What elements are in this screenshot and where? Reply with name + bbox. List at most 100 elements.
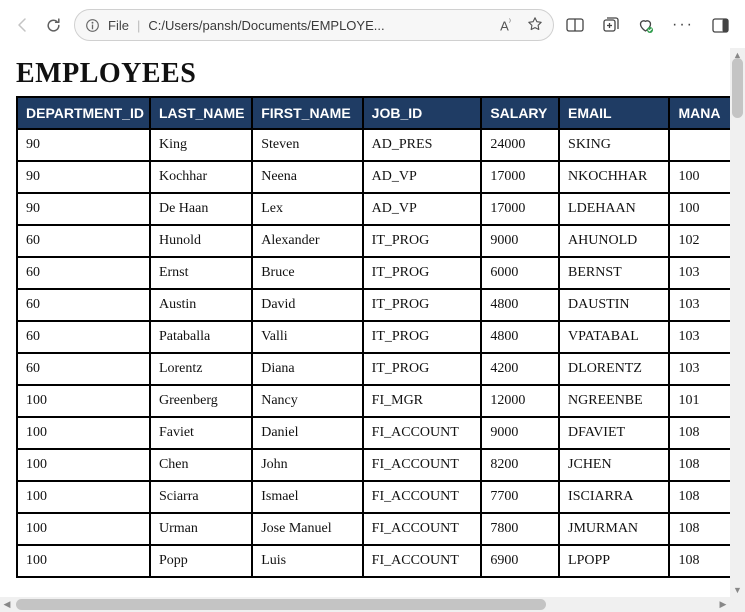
address-bar[interactable]: File | C:/Users/pansh/Documents/EMPLOYE.…: [74, 9, 554, 41]
cell-job_id: IT_PROG: [363, 321, 482, 353]
split-screen-icon[interactable]: [566, 17, 584, 33]
info-icon: [85, 18, 100, 33]
sidebar-toggle-icon[interactable]: [712, 18, 729, 33]
cell-department_id: 90: [17, 193, 150, 225]
cell-email: AHUNOLD: [559, 225, 669, 257]
cell-salary: 9000: [481, 417, 559, 449]
table-row: 60HunoldAlexanderIT_PROG9000AHUNOLD102: [17, 225, 730, 257]
read-aloud-icon[interactable]: A⁾: [500, 17, 511, 33]
collections-icon[interactable]: [602, 17, 619, 33]
cell-last_name: Popp: [150, 545, 252, 577]
col-salary: SALARY: [481, 97, 559, 129]
refresh-button[interactable]: [44, 16, 62, 34]
cell-first_name: Nancy: [252, 385, 362, 417]
table-row: 100SciarraIsmaelFI_ACCOUNT7700ISCIARRA10…: [17, 481, 730, 513]
cell-department_id: 90: [17, 129, 150, 161]
cell-salary: 24000: [481, 129, 559, 161]
cell-email: DAUSTIN: [559, 289, 669, 321]
cell-department_id: 90: [17, 161, 150, 193]
table-row: 90De HaanLexAD_VP17000LDEHAAN100: [17, 193, 730, 225]
cell-salary: 6900: [481, 545, 559, 577]
table-header-row: DEPARTMENT_ID LAST_NAME FIRST_NAME JOB_I…: [17, 97, 730, 129]
table-row: 60AustinDavidIT_PROG4800DAUSTIN103: [17, 289, 730, 321]
cell-email: LPOPP: [559, 545, 669, 577]
refresh-icon: [45, 17, 62, 34]
cell-manager_id: 100: [669, 161, 730, 193]
cell-salary: 4200: [481, 353, 559, 385]
cell-job_id: IT_PROG: [363, 289, 482, 321]
cell-department_id: 60: [17, 225, 150, 257]
cell-email: LDEHAAN: [559, 193, 669, 225]
cell-salary: 17000: [481, 193, 559, 225]
cell-department_id: 60: [17, 257, 150, 289]
cell-job_id: FI_ACCOUNT: [363, 545, 482, 577]
page-viewport: EMPLOYEES DEPARTMENT_ID LAST_NAME FIRST_…: [0, 48, 745, 612]
cell-email: JMURMAN: [559, 513, 669, 545]
cell-salary: 12000: [481, 385, 559, 417]
cell-manager_id: 108: [669, 417, 730, 449]
arrow-left-icon: [15, 17, 31, 33]
more-icon[interactable]: ···: [672, 16, 694, 34]
cell-department_id: 100: [17, 417, 150, 449]
page-content: EMPLOYEES DEPARTMENT_ID LAST_NAME FIRST_…: [0, 48, 730, 597]
table-row: 90KingStevenAD_PRES24000SKING: [17, 129, 730, 161]
cell-first_name: Alexander: [252, 225, 362, 257]
cell-first_name: Luis: [252, 545, 362, 577]
scroll-left-icon[interactable]: ◀: [0, 597, 14, 612]
browser-essentials-icon[interactable]: [637, 17, 654, 34]
cell-salary: 8200: [481, 449, 559, 481]
page-title: EMPLOYEES: [16, 58, 720, 90]
cell-email: VPATABAL: [559, 321, 669, 353]
cell-last_name: Urman: [150, 513, 252, 545]
table-row: 100UrmanJose ManuelFI_ACCOUNT7800JMURMAN…: [17, 513, 730, 545]
scroll-right-icon[interactable]: ▶: [716, 597, 730, 612]
cell-manager_id: 100: [669, 193, 730, 225]
cell-department_id: 100: [17, 481, 150, 513]
cell-email: DLORENTZ: [559, 353, 669, 385]
cell-last_name: Ernst: [150, 257, 252, 289]
back-button[interactable]: [14, 16, 32, 34]
cell-job_id: FI_ACCOUNT: [363, 449, 482, 481]
cell-first_name: Neena: [252, 161, 362, 193]
cell-department_id: 100: [17, 385, 150, 417]
vertical-scroll-thumb[interactable]: [732, 58, 743, 118]
favorite-icon[interactable]: [527, 16, 543, 35]
cell-job_id: AD_VP: [363, 193, 482, 225]
cell-first_name: Ismael: [252, 481, 362, 513]
url-scheme: File: [108, 18, 129, 33]
cell-first_name: Lex: [252, 193, 362, 225]
table-row: 100FavietDanielFI_ACCOUNT9000DFAVIET108: [17, 417, 730, 449]
cell-department_id: 60: [17, 289, 150, 321]
vertical-scrollbar[interactable]: ▲ ▼: [730, 48, 745, 597]
cell-last_name: Lorentz: [150, 353, 252, 385]
cell-last_name: Chen: [150, 449, 252, 481]
cell-job_id: AD_PRES: [363, 129, 482, 161]
cell-job_id: FI_ACCOUNT: [363, 417, 482, 449]
cell-manager_id: 108: [669, 449, 730, 481]
cell-job_id: AD_VP: [363, 161, 482, 193]
cell-job_id: IT_PROG: [363, 225, 482, 257]
cell-job_id: FI_ACCOUNT: [363, 481, 482, 513]
cell-department_id: 60: [17, 353, 150, 385]
cell-email: NGREENBE: [559, 385, 669, 417]
horizontal-scroll-thumb[interactable]: [16, 599, 546, 610]
cell-manager_id: 108: [669, 481, 730, 513]
scroll-down-icon[interactable]: ▼: [730, 583, 745, 597]
col-manager-id: MANA: [669, 97, 730, 129]
cell-email: SKING: [559, 129, 669, 161]
cell-first_name: John: [252, 449, 362, 481]
scrollbar-corner: [730, 597, 745, 612]
cell-email: JCHEN: [559, 449, 669, 481]
cell-email: BERNST: [559, 257, 669, 289]
cell-last_name: Hunold: [150, 225, 252, 257]
col-email: EMAIL: [559, 97, 669, 129]
cell-first_name: Jose Manuel: [252, 513, 362, 545]
table-row: 60LorentzDianaIT_PROG4200DLORENTZ103: [17, 353, 730, 385]
employees-table: DEPARTMENT_ID LAST_NAME FIRST_NAME JOB_I…: [16, 96, 730, 578]
cell-manager_id: 101: [669, 385, 730, 417]
cell-manager_id: 103: [669, 257, 730, 289]
cell-first_name: Steven: [252, 129, 362, 161]
table-row: 100ChenJohnFI_ACCOUNT8200JCHEN108: [17, 449, 730, 481]
horizontal-scrollbar[interactable]: ◀ ▶: [0, 597, 730, 612]
cell-last_name: King: [150, 129, 252, 161]
